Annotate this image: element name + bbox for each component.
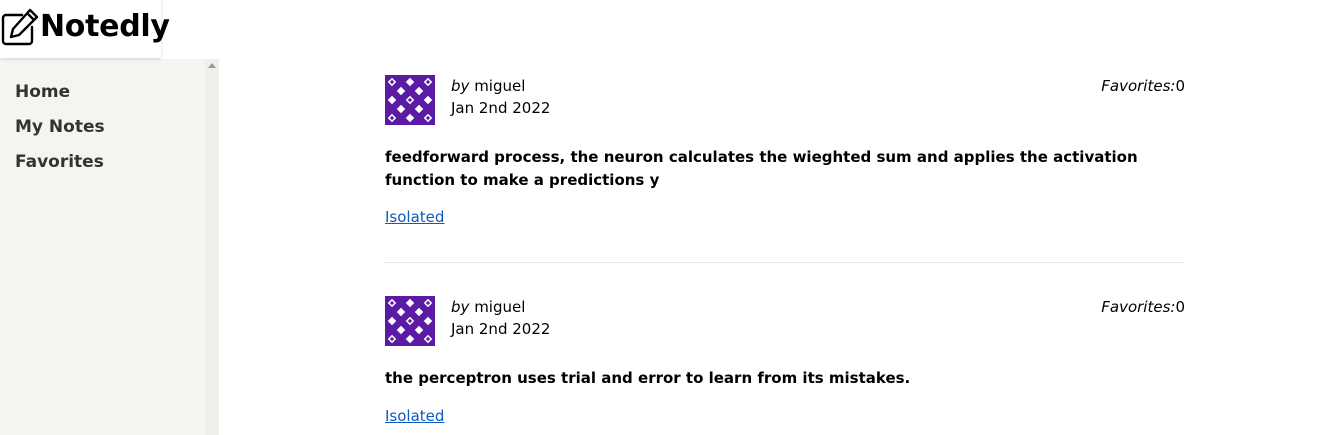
note-date: Jan 2nd 2022 <box>451 99 551 117</box>
favorites-label: Favorites: <box>1101 298 1176 316</box>
note-author-line: by miguel <box>451 296 550 318</box>
pencil-square-icon <box>0 7 40 47</box>
author-prefix: by <box>451 77 470 95</box>
sidebar-item-home: Home <box>15 81 105 116</box>
note-meta: by miguel Jan 2nd 2022 <box>451 75 550 119</box>
identicon-avatar <box>385 75 435 125</box>
scroll-up-arrow-icon[interactable] <box>208 63 216 68</box>
note-permalink[interactable]: Isolated <box>385 206 444 228</box>
author-name: miguel <box>474 298 526 316</box>
note-meta: by miguel Jan 2nd 2022 <box>451 296 550 340</box>
identicon-avatar <box>385 296 435 346</box>
note-content: feedforward process, the neuron calculat… <box>385 148 1138 189</box>
note-divider <box>385 262 1185 263</box>
note-content: the perceptron uses trial and error to l… <box>385 369 911 387</box>
sidebar-item-favorites: Favorites <box>15 151 105 186</box>
app-header: Notedly <box>0 0 170 58</box>
favorites-label: Favorites: <box>1101 77 1176 95</box>
note-date: Jan 2nd 2022 <box>451 320 551 338</box>
sidebar-link-my-notes[interactable]: My Notes <box>15 116 105 138</box>
note-permalink[interactable]: Isolated <box>385 405 444 427</box>
favorites-value: 0 <box>1175 77 1185 95</box>
author-prefix: by <box>451 298 470 316</box>
sidebar-link-favorites[interactable]: Favorites <box>15 151 104 173</box>
favorites-count: Favorites:0 <box>1101 296 1185 318</box>
author-name: miguel <box>474 77 526 95</box>
sidebar-nav: Home My Notes Favorites <box>15 81 105 186</box>
favorites-value: 0 <box>1175 298 1185 316</box>
sidebar: Home My Notes Favorites <box>0 59 205 435</box>
note-author-line: by miguel <box>451 75 550 97</box>
app-logo-text[interactable]: Notedly <box>40 8 170 46</box>
favorites-count: Favorites:0 <box>1101 75 1185 97</box>
sidebar-scrollbar[interactable] <box>205 59 219 435</box>
sidebar-link-home[interactable]: Home <box>15 81 70 103</box>
sidebar-item-my-notes: My Notes <box>15 116 105 151</box>
